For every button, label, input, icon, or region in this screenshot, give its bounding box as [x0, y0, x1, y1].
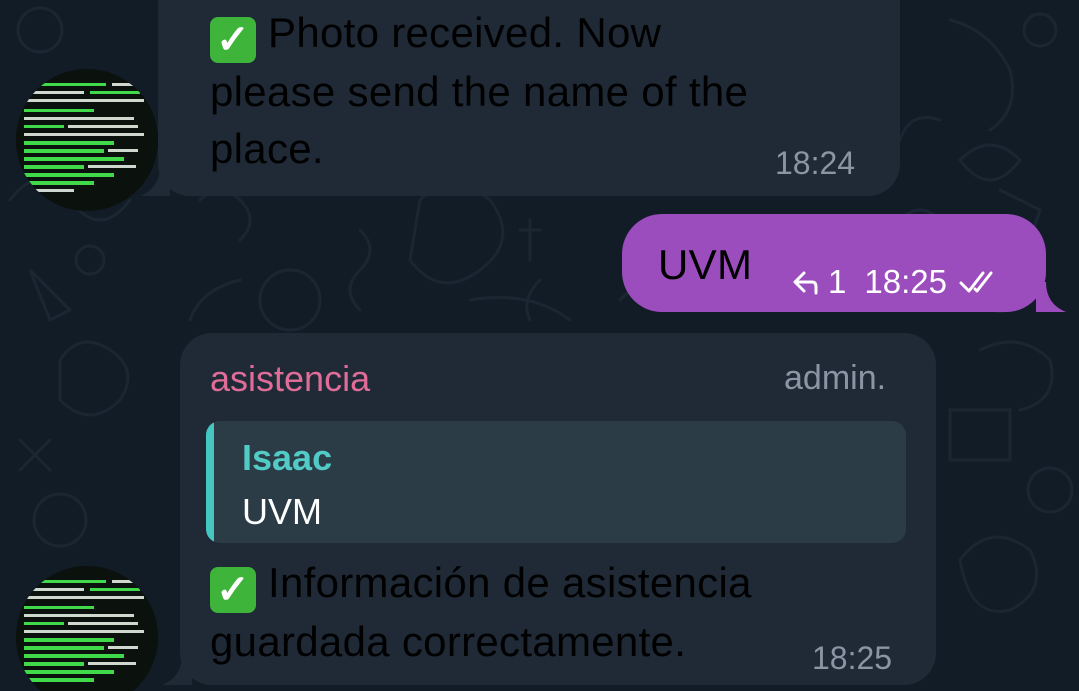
- chat-view: ✓ Photo received. Now please send the nam…: [0, 0, 1079, 691]
- bubble-tail-outgoing: [1036, 282, 1066, 312]
- quote-accent-bar: [206, 421, 214, 543]
- outgoing-message-meta: 1 18:25: [790, 262, 1003, 302]
- outgoing-message-text: UVM: [658, 241, 753, 288]
- message-line-2: guardada correctamente.: [210, 618, 687, 665]
- double-check-icon: [959, 271, 993, 293]
- reply-quote[interactable]: Isaac UVM: [206, 421, 906, 543]
- message-line-1-text: Photo received. Now: [268, 9, 662, 56]
- message-timestamp: 18:24: [775, 145, 856, 181]
- sender-name[interactable]: asistencia: [210, 358, 370, 400]
- outgoing-timestamp: 18:25: [864, 263, 947, 300]
- message-line-2: please send the name of the: [210, 68, 749, 115]
- avatar-asistencia-bot[interactable]: [16, 69, 158, 211]
- message-timestamp: 18:25: [812, 640, 893, 676]
- quote-author: Isaac: [242, 437, 333, 478]
- reply-arrow-icon: [793, 271, 818, 295]
- reply-count: 1: [828, 263, 847, 300]
- quote-text: UVM: [242, 491, 322, 532]
- check-mark-emoji-icon: ✓: [210, 567, 256, 613]
- bubble-tail: [162, 655, 192, 685]
- sender-role-badge: admin.: [784, 359, 887, 397]
- message-line-1-text: Información de asistencia: [268, 559, 752, 606]
- message-line-1: ✓ Información de asistencia: [210, 554, 910, 613]
- message-line-1: ✓ Photo received. Now: [210, 4, 890, 63]
- check-mark-emoji-icon: ✓: [210, 17, 256, 63]
- message-text: ✓ Información de asistencia guardada corr…: [210, 554, 910, 670]
- bubble-tail: [140, 166, 170, 196]
- terminal-avatar-image: [16, 69, 158, 211]
